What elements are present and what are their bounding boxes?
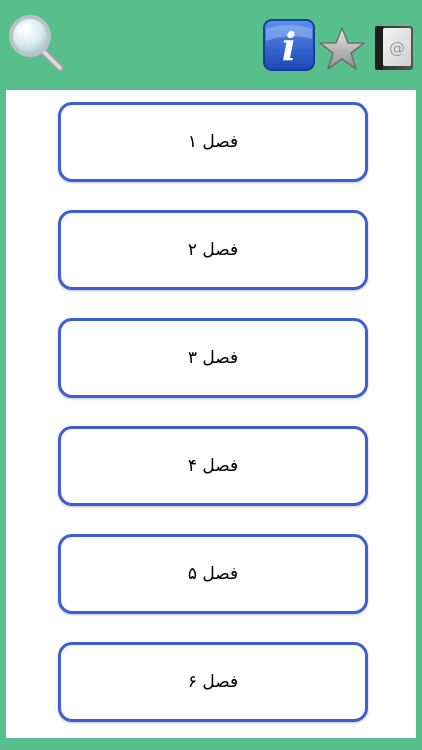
chapter-button-1[interactable]: فصل ۱ (58, 102, 368, 182)
chapter-label: فصل ۱ (187, 132, 239, 152)
chapter-button-4[interactable]: فصل ۴ (58, 426, 368, 506)
top-bar: i @ (0, 0, 422, 90)
chapter-button-6[interactable]: فصل ۶ (58, 642, 368, 722)
chapter-label: فصل ۲ (187, 240, 239, 260)
chapter-label: فصل ۶ (187, 672, 239, 692)
star-icon[interactable] (318, 26, 366, 72)
svg-text:i: i (282, 24, 296, 69)
chapter-label: فصل ۳ (187, 348, 239, 368)
address-book-icon[interactable]: @ (371, 24, 417, 72)
chapter-label: فصل ۴ (187, 456, 239, 476)
chapter-button-2[interactable]: فصل ۲ (58, 210, 368, 290)
chapter-label: فصل ۵ (187, 564, 239, 584)
chapter-list-panel: فصل ۱ فصل ۲ فصل ۳ فصل ۴ فصل ۵ فصل ۶ (6, 90, 416, 738)
search-icon[interactable] (6, 12, 64, 72)
chapter-button-5[interactable]: فصل ۵ (58, 534, 368, 614)
svg-text:@: @ (389, 38, 405, 57)
info-icon[interactable]: i (263, 19, 315, 71)
chapter-button-3[interactable]: فصل ۳ (58, 318, 368, 398)
